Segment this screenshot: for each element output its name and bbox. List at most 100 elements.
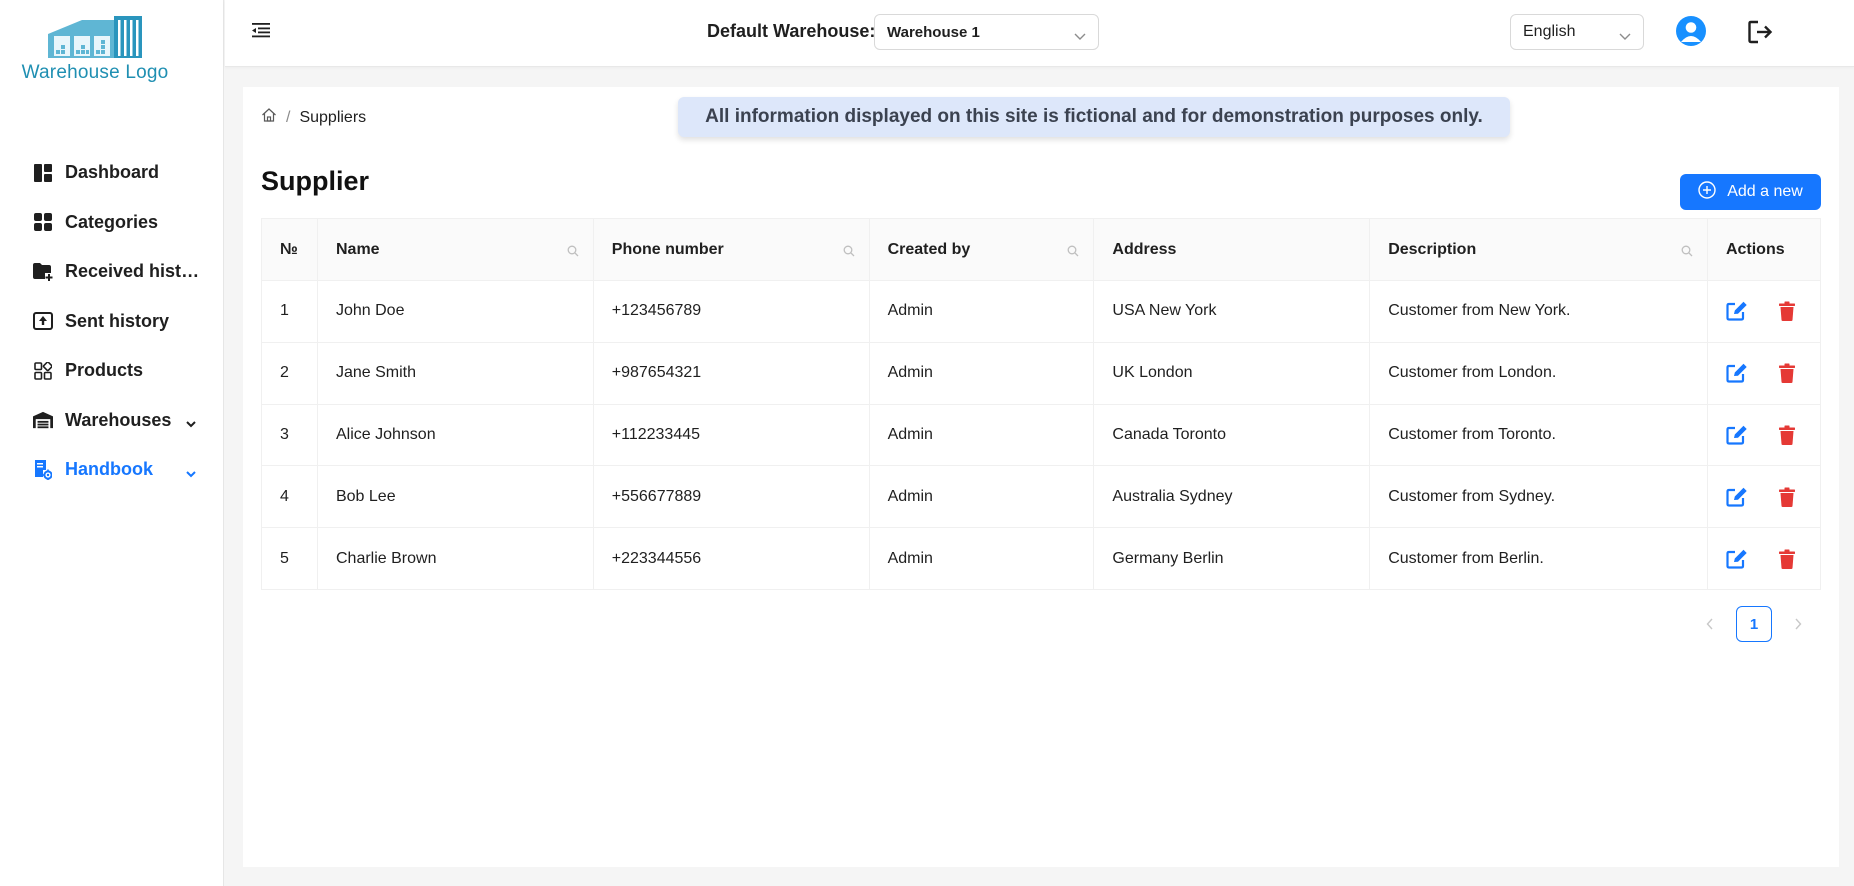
default-warehouse-label: Default Warehouse: bbox=[707, 21, 876, 41]
top-header: Default Warehouse: Warehouse 1 English bbox=[225, 0, 1854, 67]
cell-description: Customer from Toronto. bbox=[1369, 404, 1708, 467]
sidebar-item-label: Received history bbox=[65, 261, 200, 282]
delete-icon[interactable] bbox=[1778, 363, 1795, 384]
delete-icon[interactable] bbox=[1778, 301, 1795, 322]
user-avatar-icon[interactable] bbox=[1676, 16, 1706, 46]
cell-name: Charlie Brown bbox=[317, 527, 594, 590]
logo[interactable]: Warehouse Logo bbox=[10, 14, 180, 90]
column-header-created-by: Created by bbox=[869, 218, 1095, 281]
delete-icon[interactable] bbox=[1778, 487, 1795, 507]
table-row: 5 Charlie Brown +223344556 Admin Germany… bbox=[261, 527, 1821, 590]
categories-icon bbox=[33, 212, 53, 232]
demo-notice-banner: All information displayed on this site i… bbox=[678, 97, 1510, 137]
cell-actions bbox=[1707, 280, 1821, 343]
pagination: 1 bbox=[1694, 606, 1814, 642]
cell-description: Customer from Sydney. bbox=[1369, 465, 1708, 529]
column-header-number: № bbox=[261, 218, 318, 281]
sidebar-item-label: Products bbox=[65, 360, 144, 381]
table-row: 4 Bob Lee +556677889 Admin Australia Syd… bbox=[261, 465, 1821, 529]
add-new-label: Add a new bbox=[1727, 183, 1803, 200]
sidebar-item-products[interactable]: Products bbox=[0, 346, 223, 396]
cell-phone: +123456789 bbox=[593, 280, 870, 343]
sidebar-item-warehouses[interactable]: Warehouses bbox=[0, 396, 223, 446]
column-header-description: Description bbox=[1369, 218, 1708, 281]
warehouse-select[interactable]: Warehouse 1 bbox=[874, 14, 1099, 50]
cell-created-by: Admin bbox=[869, 342, 1095, 405]
next-page-icon[interactable] bbox=[1782, 606, 1814, 642]
sidebar-item-categories[interactable]: Categories bbox=[0, 198, 223, 248]
logout-icon[interactable] bbox=[1748, 20, 1774, 44]
logo-text: Warehouse Logo bbox=[21, 62, 169, 83]
language-select-value: English bbox=[1523, 23, 1576, 40]
column-header-address: Address bbox=[1093, 218, 1371, 281]
sidebar-item-label: Handbook bbox=[65, 459, 153, 480]
breadcrumb-separator: / bbox=[286, 108, 291, 126]
cell-actions bbox=[1707, 404, 1821, 467]
cell-address: USA New York bbox=[1093, 280, 1371, 343]
cell-phone: +223344556 bbox=[593, 527, 870, 590]
chevron-down-icon[interactable] bbox=[185, 464, 197, 485]
delete-icon[interactable] bbox=[1778, 549, 1795, 569]
cell-created-by: Admin bbox=[869, 527, 1095, 590]
edit-icon[interactable] bbox=[1726, 301, 1748, 321]
chevron-down-icon bbox=[1619, 28, 1631, 46]
edit-icon[interactable] bbox=[1726, 487, 1748, 507]
cell-created-by: Admin bbox=[869, 280, 1095, 343]
page-number-button[interactable]: 1 bbox=[1736, 606, 1772, 642]
menu-fold-icon[interactable] bbox=[252, 22, 270, 38]
cell-phone: +987654321 bbox=[593, 342, 870, 405]
chevron-down-icon bbox=[1074, 28, 1086, 45]
table-row: 3 Alice Johnson +112233445 Admin Canada … bbox=[261, 404, 1821, 467]
cell-name: Bob Lee bbox=[317, 465, 594, 529]
handbook-icon bbox=[33, 459, 53, 480]
cell-description: Customer from Berlin. bbox=[1369, 527, 1708, 590]
edit-icon[interactable] bbox=[1726, 425, 1748, 445]
cell-number: 1 bbox=[261, 280, 318, 343]
search-icon[interactable] bbox=[843, 244, 855, 262]
dashboard-icon bbox=[33, 163, 53, 183]
chevron-down-icon[interactable] bbox=[185, 414, 197, 435]
cell-phone: +556677889 bbox=[593, 465, 870, 529]
search-icon[interactable] bbox=[567, 244, 579, 262]
products-icon bbox=[33, 361, 53, 381]
cell-address: Australia Sydney bbox=[1093, 465, 1371, 529]
language-select[interactable]: English bbox=[1510, 14, 1644, 50]
plus-circle-icon bbox=[1698, 180, 1716, 204]
cell-name: John Doe bbox=[317, 280, 594, 343]
add-new-button[interactable]: Add a new bbox=[1680, 174, 1821, 210]
folder-plus-icon bbox=[33, 262, 53, 282]
sidebar-item-sent-history[interactable]: Sent history bbox=[0, 297, 223, 347]
warehouse-logo-icon bbox=[48, 16, 142, 58]
suppliers-table: № Name Phone number Created by Address D… bbox=[261, 218, 1821, 590]
main-content: / Suppliers All information displayed on… bbox=[243, 87, 1839, 867]
prev-page-icon[interactable] bbox=[1694, 606, 1726, 642]
cell-actions bbox=[1707, 465, 1821, 529]
search-icon[interactable] bbox=[1681, 244, 1693, 262]
cell-actions bbox=[1707, 527, 1821, 590]
breadcrumb-current: Suppliers bbox=[299, 108, 367, 126]
upload-box-icon bbox=[33, 311, 53, 331]
sidebar-nav: Dashboard Categories Received history Se… bbox=[0, 148, 223, 495]
edit-icon[interactable] bbox=[1726, 549, 1748, 569]
edit-icon[interactable] bbox=[1726, 363, 1748, 383]
sidebar-item-handbook[interactable]: Handbook bbox=[0, 445, 223, 495]
cell-number: 5 bbox=[261, 527, 318, 590]
delete-icon[interactable] bbox=[1778, 425, 1795, 445]
cell-address: Canada Toronto bbox=[1093, 404, 1371, 467]
warehouse-icon bbox=[33, 410, 53, 430]
table-row: 2 Jane Smith +987654321 Admin UK London … bbox=[261, 342, 1821, 405]
table-row: 1 John Doe +123456789 Admin USA New York… bbox=[261, 280, 1821, 343]
cell-number: 3 bbox=[261, 404, 318, 467]
cell-address: UK London bbox=[1093, 342, 1371, 405]
home-icon[interactable] bbox=[261, 107, 277, 128]
sidebar-item-received-history[interactable]: Received history bbox=[0, 247, 223, 297]
search-icon[interactable] bbox=[1067, 244, 1079, 262]
sidebar-item-label: Categories bbox=[65, 211, 159, 232]
page-title: Supplier bbox=[261, 166, 370, 196]
warehouse-select-value: Warehouse 1 bbox=[887, 23, 980, 41]
sidebar-item-label: Warehouses bbox=[65, 409, 172, 430]
sidebar: Warehouse Logo Dashboard Categories Rece… bbox=[0, 0, 224, 886]
sidebar-item-dashboard[interactable]: Dashboard bbox=[0, 148, 223, 198]
sidebar-item-label: Dashboard bbox=[65, 162, 160, 183]
cell-description: Customer from London. bbox=[1369, 342, 1708, 405]
